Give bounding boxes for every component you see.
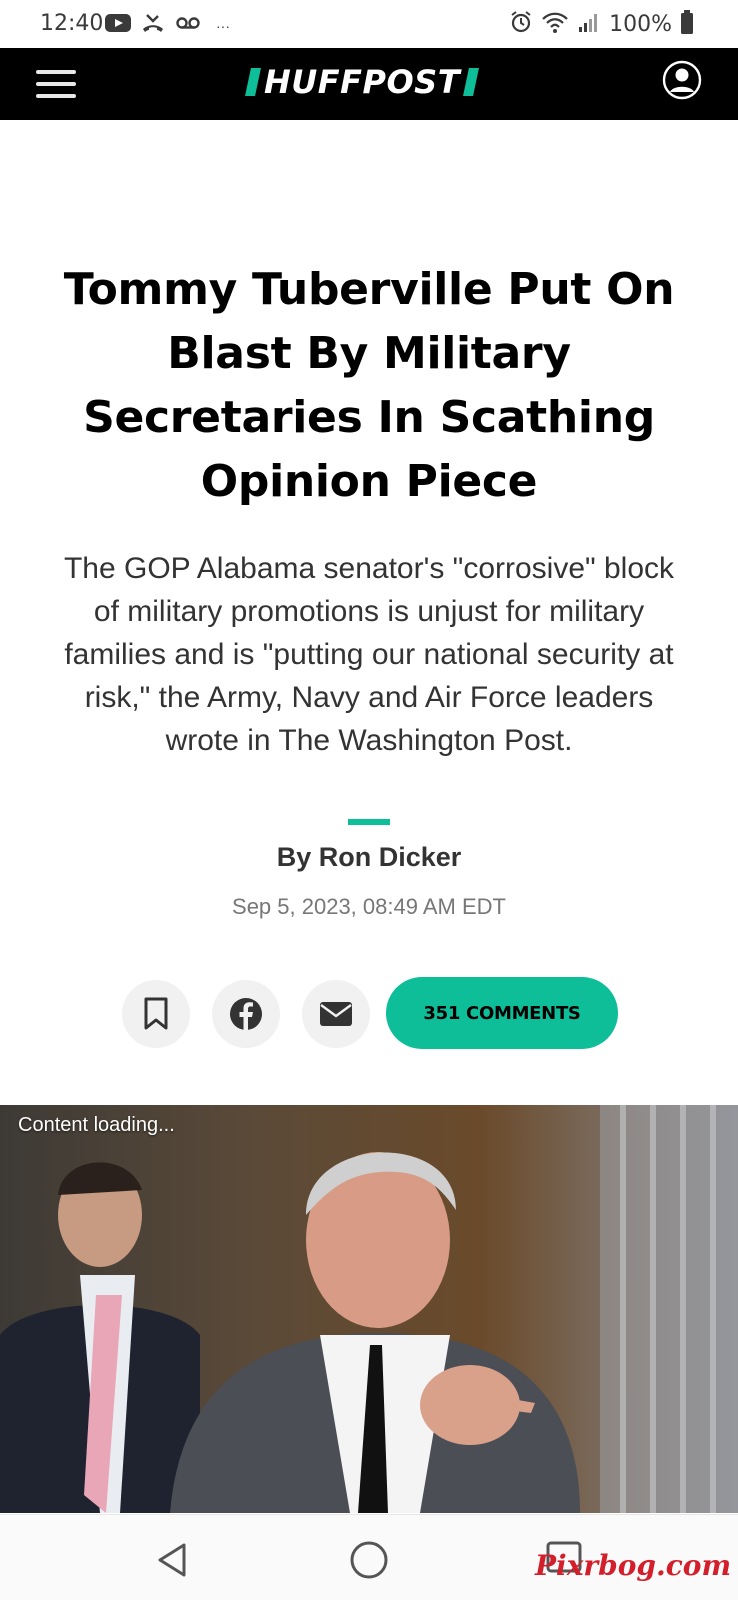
comments-button[interactable]: 351 COMMENTS bbox=[386, 977, 618, 1049]
article-headline: Tommy Tuberville Put On Blast By Militar… bbox=[63, 264, 675, 507]
notification-icons: ··· bbox=[104, 12, 230, 39]
article-dek: The GOP Alabama senator's "corrosive" bl… bbox=[63, 552, 675, 757]
back-button[interactable] bbox=[148, 1535, 198, 1585]
bookmark-icon bbox=[144, 997, 168, 1030]
content-loading-text: Content loading... bbox=[18, 1114, 175, 1136]
hamburger-icon-line bbox=[36, 82, 76, 86]
home-button[interactable] bbox=[344, 1535, 394, 1585]
missed-call-icon bbox=[140, 12, 166, 39]
wifi-icon bbox=[541, 10, 569, 39]
user-icon bbox=[662, 60, 702, 100]
menu-button[interactable] bbox=[36, 68, 78, 100]
comments-label: 351 COMMENTS bbox=[423, 1002, 581, 1024]
system-nav-bar: Pixrbog.com bbox=[0, 1514, 738, 1600]
signal-icon bbox=[577, 10, 601, 39]
huffpost-logo[interactable]: HUFFPOST bbox=[245, 62, 479, 102]
home-icon bbox=[350, 1541, 388, 1579]
logo-bar-left bbox=[245, 68, 261, 96]
back-icon bbox=[158, 1543, 186, 1577]
hamburger-icon-line bbox=[36, 94, 76, 98]
byline[interactable]: By Ron Dicker bbox=[0, 842, 738, 873]
app-header: HUFFPOST bbox=[0, 48, 738, 120]
hamburger-icon bbox=[36, 70, 76, 74]
more-dots-icon: ··· bbox=[216, 17, 230, 34]
accent-divider bbox=[348, 819, 390, 825]
watermark: Pixrbog.com bbox=[535, 1549, 732, 1582]
logo-bar-right bbox=[463, 68, 479, 96]
alarm-icon bbox=[509, 9, 533, 40]
voicemail-icon bbox=[174, 12, 202, 39]
youtube-icon bbox=[104, 12, 132, 39]
logo-text: HUFFPOST bbox=[264, 63, 461, 101]
status-time: 12:40 bbox=[40, 11, 104, 36]
account-button[interactable] bbox=[662, 60, 702, 100]
facebook-share-button[interactable] bbox=[212, 980, 280, 1048]
publish-date: Sep 5, 2023, 08:49 AM EDT bbox=[232, 894, 506, 919]
battery-icon bbox=[680, 9, 694, 40]
email-share-button[interactable] bbox=[302, 980, 370, 1048]
system-icons: 100% bbox=[509, 9, 694, 40]
email-icon bbox=[320, 1002, 352, 1026]
status-bar: 12:40 ··· 100% bbox=[0, 0, 738, 48]
bookmark-button[interactable] bbox=[122, 980, 190, 1048]
facebook-icon bbox=[230, 998, 262, 1030]
hero-image[interactable]: Content loading... bbox=[0, 1105, 738, 1513]
hero-photo bbox=[0, 1105, 738, 1513]
battery-percent: 100% bbox=[609, 12, 672, 37]
